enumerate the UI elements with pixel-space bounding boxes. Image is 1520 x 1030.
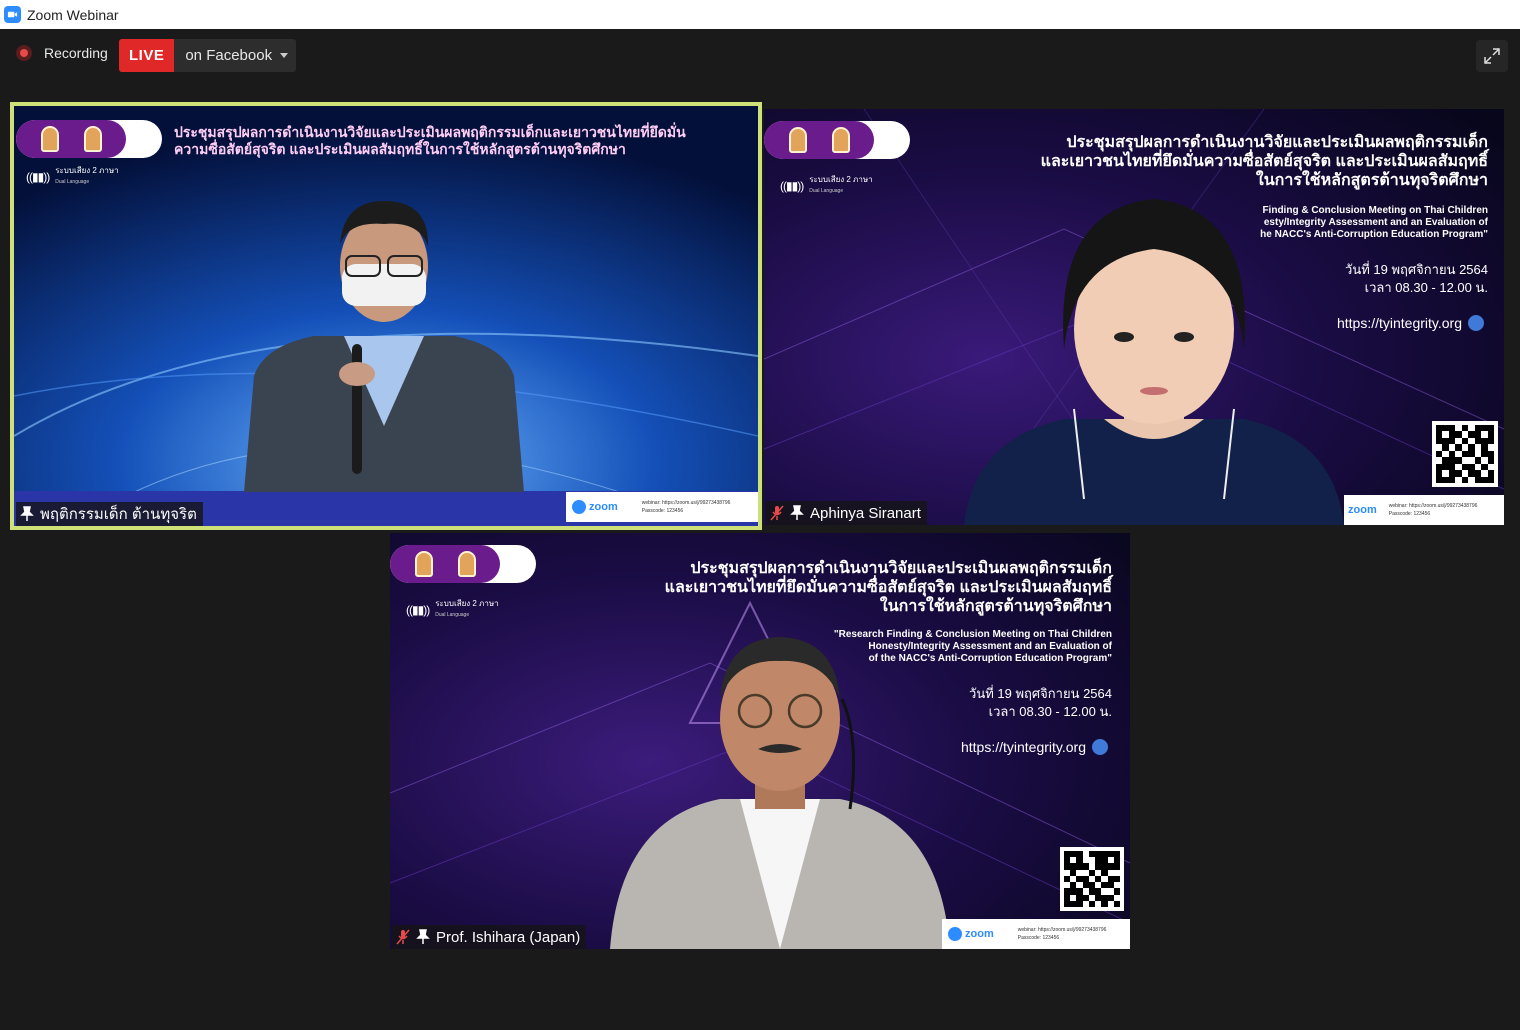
globe-icon xyxy=(1092,739,1108,755)
dual-language-label: ระบบเสียง 2 ภาษา xyxy=(55,166,119,175)
zoom-passcode: Passcode: 123456 xyxy=(641,508,684,514)
zoom-passcode: Passcode: 123456 xyxy=(1388,511,1431,517)
pin-icon xyxy=(790,505,804,520)
recording-label: Recording xyxy=(44,45,108,61)
dual-language-sublabel: Dual Language xyxy=(809,188,844,194)
event-logo-banner xyxy=(390,545,536,583)
event-heading: ประชุมสรุปผลการดำเนินงานวิจัยและประเมินผ… xyxy=(572,559,1112,616)
heading-line: ความซื่อสัตย์สุจริต และประเมินผลสัมฤทธิ์… xyxy=(174,141,626,157)
video-tile-active-speaker[interactable]: ((▮▮)) ระบบเสียง 2 ภาษา Dual Language ประ… xyxy=(10,102,762,530)
participant-name: Prof. Ishihara (Japan) xyxy=(436,928,581,946)
date-text: วันที่ 19 พฤศจิกายน 2564 xyxy=(1345,262,1488,277)
event-url: https://tyintegrity.org xyxy=(961,739,1108,755)
dual-language-sublabel: Dual Language xyxy=(55,179,90,185)
participant-name-tag: Prof. Ishihara (Japan) xyxy=(392,925,587,949)
event-url: https://tyintegrity.org xyxy=(1337,315,1484,331)
video-tile[interactable]: ((▮▮)) ระบบเสียง 2 ภาษา Dual Language ประ… xyxy=(390,533,1130,949)
mic-muted-icon xyxy=(396,929,410,945)
event-date: วันที่ 19 พฤศจิกายน 2564 เวลา 08.30 - 12… xyxy=(1228,261,1488,297)
seal-icon xyxy=(414,551,433,577)
live-badge: LIVE xyxy=(119,39,175,72)
window-titlebar: Zoom Webinar xyxy=(0,0,1520,29)
dual-language-sublabel: Dual Language xyxy=(435,612,470,618)
heading-line: ประชุมสรุปผลการดำเนินงานวิจัยและประเมินผ… xyxy=(690,560,1112,577)
url-text: https://tyintegrity.org xyxy=(960,739,1086,755)
video-tile[interactable]: ((▮▮)) ระบบเสียง 2 ภาษา Dual Language ประ… xyxy=(764,109,1504,525)
globe-icon xyxy=(1468,315,1484,331)
qr-code xyxy=(1060,847,1124,911)
participant-video xyxy=(964,199,1344,525)
zoom-logo: zoom xyxy=(1348,504,1377,516)
dual-language-indicator: ((▮▮)) ระบบเสียง 2 ภาษา Dual Language xyxy=(780,175,873,196)
event-heading: ประชุมสรุปผลการดำเนินงานวิจัยและประเมินผ… xyxy=(174,124,714,158)
zoom-webinar-link: webinar: https://zoom.us/j/99273438796 xyxy=(1388,503,1478,509)
seal-icon xyxy=(457,551,476,577)
participant-name-tag: Aphinya Siranart xyxy=(766,501,927,525)
seal-icon xyxy=(83,126,102,152)
recording-icon xyxy=(16,45,32,61)
seal-icon xyxy=(40,126,59,152)
time-text: เวลา 08.30 - 12.00 น. xyxy=(1364,280,1488,295)
live-target-label: on Facebook xyxy=(185,47,273,64)
zoom-webinar-link: webinar: https://zoom.us/j/99273438796 xyxy=(1017,927,1107,933)
zoom-info-strip: zoom webinar: https://zoom.us/j/99273438… xyxy=(566,492,758,522)
event-logo-banner xyxy=(16,120,162,158)
qr-code xyxy=(1432,421,1498,487)
speaker-video xyxy=(244,201,524,492)
zoom-logo: zoom xyxy=(572,500,618,514)
speaker-icon: ((▮▮)) xyxy=(26,169,50,184)
seal-icon xyxy=(831,127,850,153)
recording-indicator[interactable]: Recording xyxy=(16,45,108,61)
mic-muted-icon xyxy=(770,505,784,521)
caret-down-icon xyxy=(280,53,289,58)
seal-icon xyxy=(788,127,807,153)
event-logo-banner xyxy=(764,121,910,159)
zoom-info-strip: zoom webinar: https://zoom.us/j/99273438… xyxy=(942,919,1130,949)
zoom-info-strip: zoom webinar: https://zoom.us/j/99273438… xyxy=(1344,495,1504,525)
dual-language-label: ระบบเสียง 2 ภาษา xyxy=(435,599,499,608)
dual-language-indicator: ((▮▮)) ระบบเสียง 2 ภาษา Dual Language xyxy=(406,599,499,620)
window-title: Zoom Webinar xyxy=(27,6,119,23)
dual-language-label: ระบบเสียง 2 ภาษา xyxy=(809,175,873,184)
heading-line: ประชุมสรุปผลการดำเนินงานวิจัยและประเมินผ… xyxy=(174,124,686,140)
live-target-dropdown[interactable]: on Facebook xyxy=(174,39,296,72)
speaker-icon: ((▮▮)) xyxy=(406,602,430,617)
pin-icon xyxy=(416,929,430,944)
participant-name-tag: พฤติกรรมเด็ก ต้านทุจริต xyxy=(16,502,203,526)
heading-line: และเยาวชนไทยที่ยึดมั่นความซื่อสัตย์สุจริ… xyxy=(664,579,1112,596)
pin-icon xyxy=(20,506,34,521)
zoom-logo: zoom xyxy=(948,927,994,941)
meeting-toolbar: Recording LIVE on Facebook xyxy=(0,29,1520,81)
heading-line: ประชุมสรุปผลการดำเนินงานวิจัยและประเมินผ… xyxy=(1066,134,1488,151)
expand-icon xyxy=(1484,48,1500,64)
live-stream-button[interactable]: LIVE on Facebook xyxy=(119,39,297,72)
participant-name: Aphinya Siranart xyxy=(810,504,921,522)
participant-video xyxy=(610,637,950,949)
heading-line: ในการใช้หลักสูตรต้านทุจริตศึกษา xyxy=(879,598,1112,615)
zoom-webinar-link: webinar: https://zoom.us/j/99273438796 xyxy=(641,500,731,506)
fullscreen-button[interactable] xyxy=(1476,40,1508,72)
url-text: https://tyintegrity.org xyxy=(1336,315,1462,331)
dual-language-indicator: ((▮▮)) ระบบเสียง 2 ภาษา Dual Language xyxy=(26,166,119,187)
speaker-icon: ((▮▮)) xyxy=(780,178,804,193)
zoom-app-icon xyxy=(4,6,21,23)
participant-name: พฤติกรรมเด็ก ต้านทุจริต xyxy=(40,506,197,523)
zoom-passcode: Passcode: 123456 xyxy=(1017,935,1060,941)
